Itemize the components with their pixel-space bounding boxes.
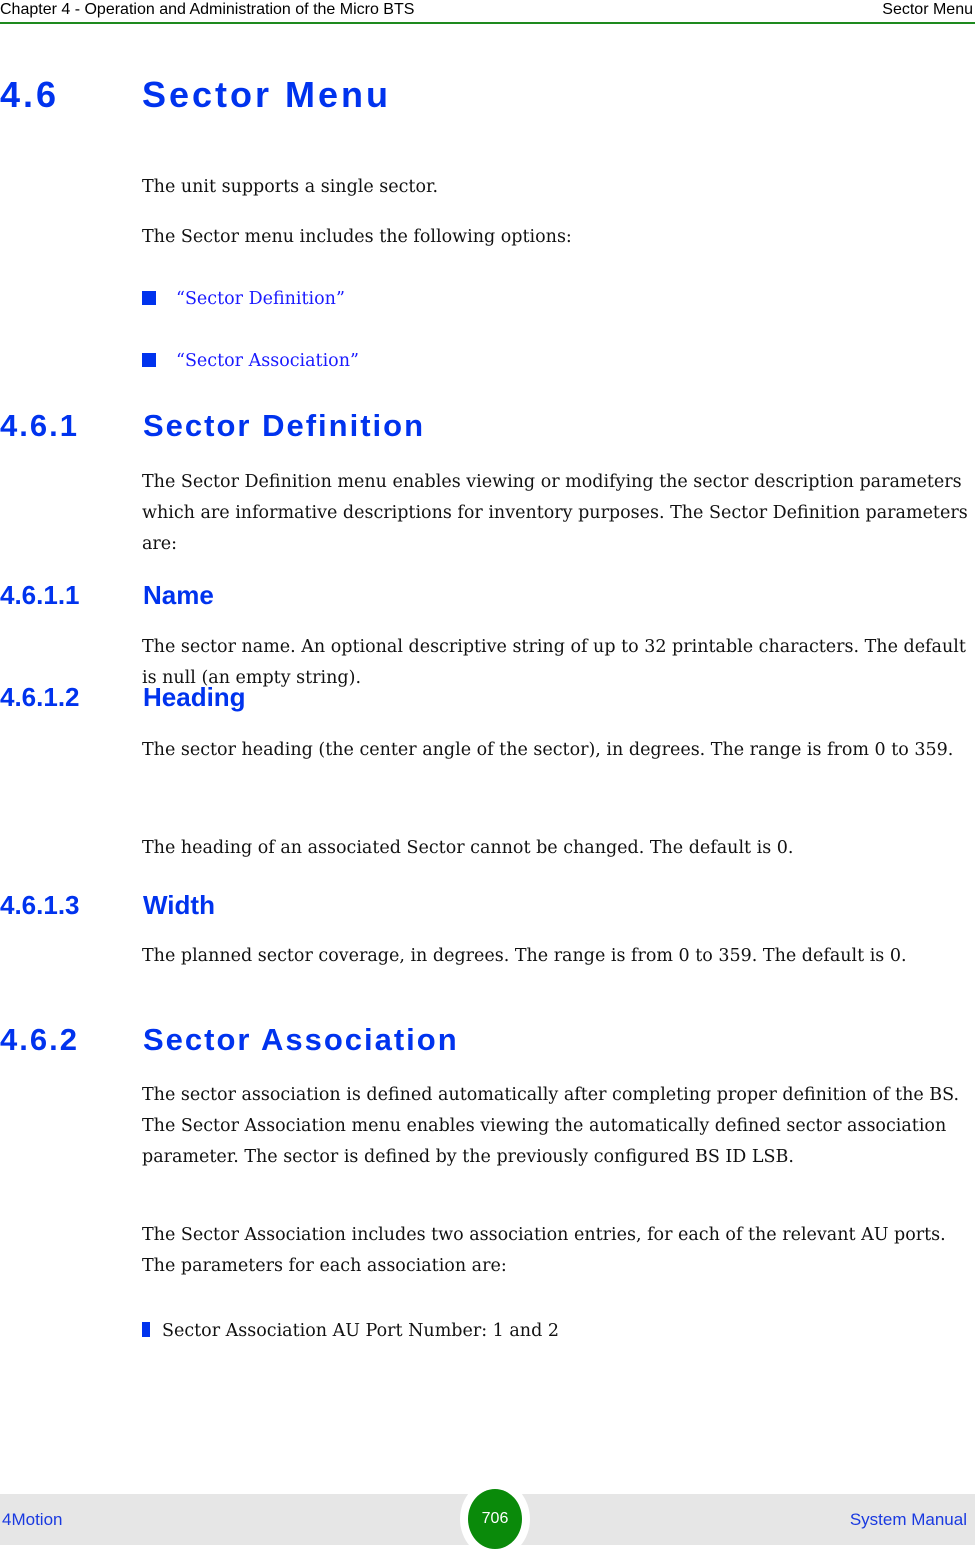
- link-sector-association[interactable]: “Sector Association”: [142, 349, 359, 373]
- subsection-number: 4.6.2: [0, 1022, 79, 1057]
- running-header: Chapter 4 - Operation and Administration…: [0, 0, 975, 24]
- section-number: 4.6: [0, 74, 60, 115]
- paragraph: The Sector Definition menu enables viewi…: [142, 472, 968, 554]
- link-text[interactable]: “Sector Definition”: [176, 289, 345, 309]
- paragraph: The heading of an associated Sector cann…: [142, 838, 794, 858]
- section-name: Sector Menu: [882, 1, 973, 18]
- param-number: 4.6.1.2: [0, 682, 80, 712]
- paragraph: The planned sector coverage, in degrees.…: [142, 946, 907, 966]
- paragraph: The unit supports a single sector.: [142, 177, 439, 197]
- param-title: Width: [143, 890, 215, 920]
- param-number: 4.6.1.1: [0, 580, 80, 610]
- subsection-title: Sector Association: [143, 1022, 459, 1057]
- section-title: Sector Menu: [142, 74, 392, 115]
- param-title: Name: [143, 580, 214, 610]
- paragraph: The sector heading (the center angle of …: [142, 740, 954, 760]
- list-item-text: Sector Association AU Port Number: 1 and…: [162, 1321, 559, 1341]
- paragraph: The sector name. An optional descriptive…: [142, 637, 966, 688]
- paragraph: The Sector menu includes the following o…: [142, 227, 572, 247]
- subsection-title: Sector Definition: [143, 408, 426, 443]
- product-name: 4Motion: [2, 1510, 63, 1529]
- link-sector-definition[interactable]: “Sector Definition”: [142, 287, 345, 311]
- subsection-number: 4.6.1: [0, 408, 79, 443]
- param-title: Heading: [143, 682, 246, 712]
- manual-name: System Manual: [849, 1510, 967, 1529]
- page-number-badge: 706: [468, 1489, 522, 1549]
- param-number: 4.6.1.3: [0, 890, 80, 920]
- link-text[interactable]: “Sector Association”: [176, 351, 359, 371]
- bullet-square-icon: [142, 291, 156, 305]
- list-item: Sector Association AU Port Number: 1 and…: [142, 1319, 559, 1343]
- paragraph: The sector association is defined automa…: [142, 1085, 960, 1167]
- bullet-square-icon: [142, 1322, 150, 1337]
- chapter-title: Chapter 4 - Operation and Administration…: [0, 1, 415, 18]
- running-footer: 4Motion 706 System Manual: [0, 1480, 975, 1558]
- paragraph: The Sector Association includes two asso…: [142, 1225, 946, 1276]
- bullet-square-icon: [142, 353, 156, 367]
